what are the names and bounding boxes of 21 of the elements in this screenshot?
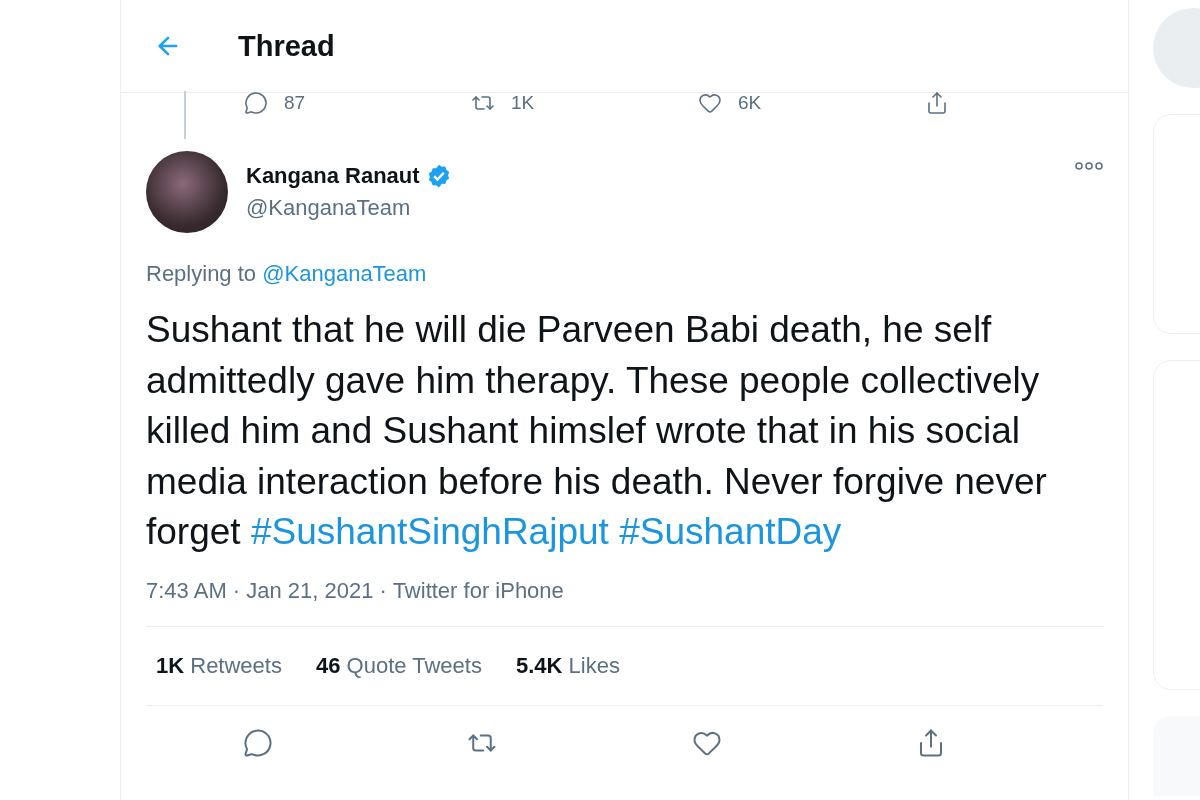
- author-name[interactable]: Kangana Ranaut: [246, 163, 420, 189]
- page-title: Thread: [238, 29, 335, 63]
- hashtag-link[interactable]: #SushantSinghRajput: [250, 511, 609, 552]
- reply-icon: [244, 91, 268, 115]
- like-button[interactable]: 6K: [698, 91, 925, 115]
- replying-to-text: Replying to @KanganaTeam: [146, 261, 428, 287]
- mention-link[interactable]: @KanganaTeam: [262, 261, 427, 286]
- tweet-timestamp: 7:43 AM · Jan 21, 2021 · Twitter for iPhone: [146, 577, 1103, 627]
- reply-button[interactable]: [243, 727, 274, 758]
- heart-icon: [698, 91, 722, 115]
- reply-icon: [243, 727, 274, 758]
- author-handle[interactable]: @KanganaTeam: [246, 195, 1057, 221]
- share-icon: [925, 91, 949, 115]
- hashtag-link[interactable]: #SushantDay: [619, 511, 842, 552]
- reply-button[interactable]: 87: [244, 91, 471, 115]
- more-options-button[interactable]: [1075, 161, 1103, 171]
- tweet-text: Sushant that he will die Parveen Babi death, he self admittedly gave him therapy. These people collectively killed him and Sushant himslef wrote that in his social media interaction before his death. Never forgive never forget #SushantSinghRajput #SushantDay: [146, 308, 1048, 554]
- engagement-stat[interactable]: 5.4K Likes: [515, 652, 620, 679]
- engagement-stat[interactable]: 46 Quote Tweets: [315, 652, 482, 679]
- engagement-stat[interactable]: 1K Retweets: [156, 652, 282, 679]
- retweet-button[interactable]: 1K: [471, 91, 698, 115]
